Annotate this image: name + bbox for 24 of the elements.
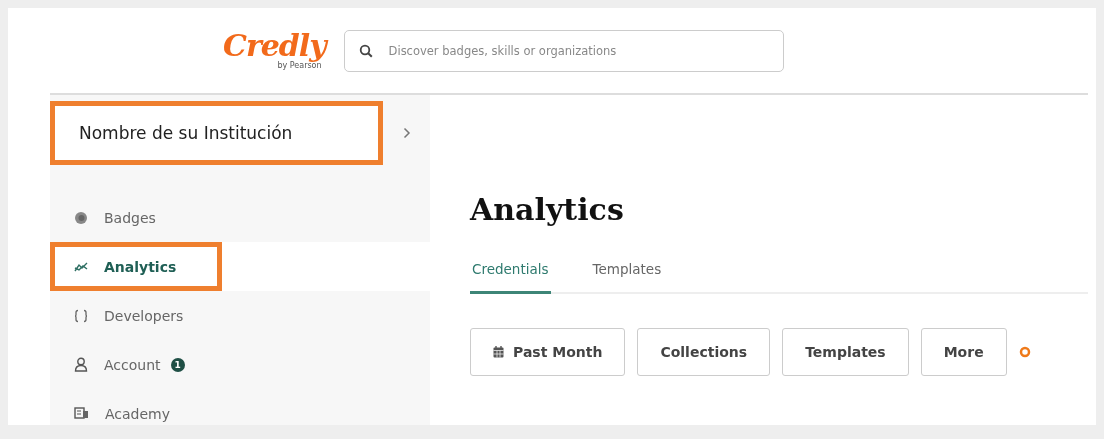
search-field[interactable]: Discover badges, skills or organizations	[343, 29, 784, 72]
sidebar-item[interactable]: Analytics	[50, 242, 222, 291]
chevron-right-icon[interactable]	[403, 126, 411, 139]
book-icon	[74, 407, 89, 420]
sidebar-item[interactable]: Account 1	[50, 340, 209, 389]
sidebar-item[interactable]: Badges	[50, 193, 180, 242]
filter-button[interactable]: Past Month	[470, 328, 626, 376]
page-title: Analytics	[470, 195, 625, 225]
filter-button[interactable]: More	[920, 328, 1007, 376]
filter-button[interactable]: Templates	[782, 328, 909, 376]
loading-ring-icon	[1018, 346, 1031, 358]
notification-badge: 1	[170, 357, 185, 372]
logo-subtitle: by Pearson	[277, 61, 322, 70]
braces-icon	[74, 308, 88, 323]
filter-button[interactable]: Collections	[637, 328, 771, 376]
calendar-icon	[493, 346, 504, 358]
organization-name[interactable]: Nombre de su Institución	[50, 100, 383, 165]
tab[interactable]: Credentials	[470, 261, 551, 294]
trend-icon	[74, 260, 88, 273]
badge-icon	[74, 210, 88, 225]
tab[interactable]: Templates	[590, 261, 664, 294]
sidebar-item[interactable]: Academy	[50, 389, 195, 438]
person-icon	[74, 357, 88, 372]
sidebar-item[interactable]: Developers	[50, 291, 208, 340]
